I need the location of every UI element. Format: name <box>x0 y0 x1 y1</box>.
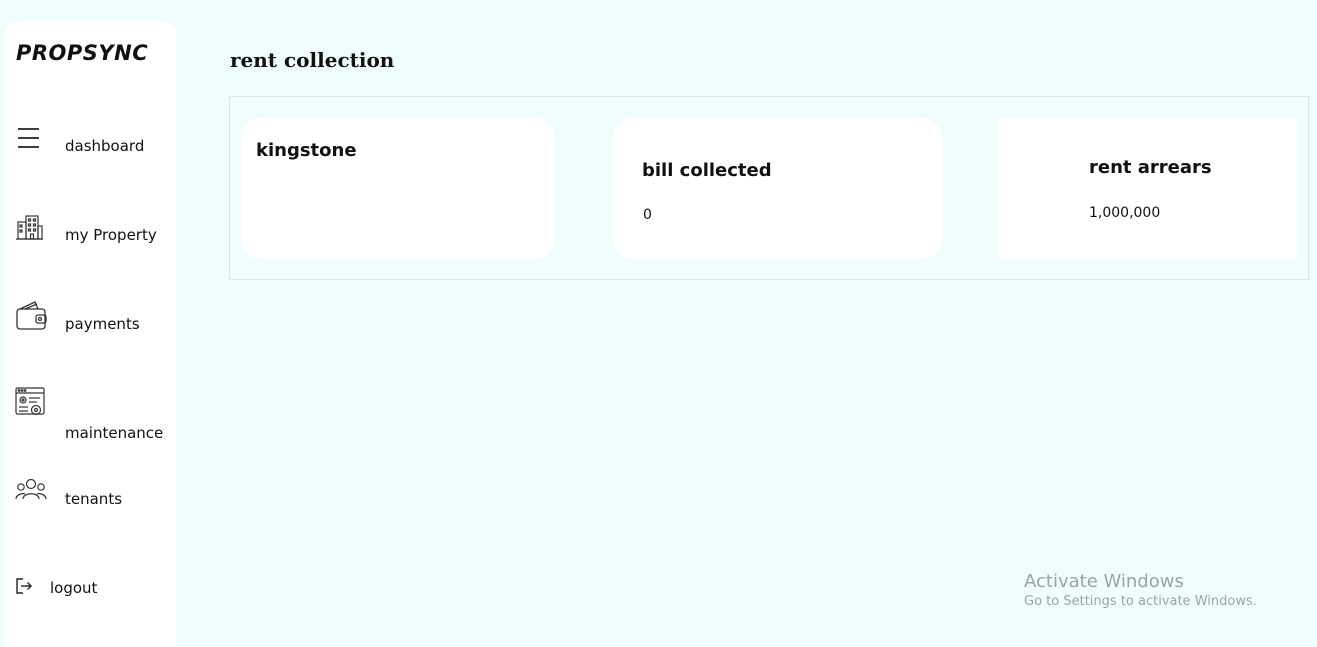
logout-label: logout <box>50 579 98 597</box>
sidebar-item-label: maintenance <box>65 424 164 442</box>
logout-icon <box>15 577 35 597</box>
sidebar: PROPSYNC dashboard my Property payments … <box>5 21 176 647</box>
sidebar-item-tenants[interactable]: tenants <box>15 477 180 517</box>
settings-window-icon <box>15 387 47 419</box>
wallet-icon <box>15 300 47 332</box>
cards-panel: kingstone bill collected 0 rent arrears … <box>229 96 1309 280</box>
sidebar-item-label: payments <box>65 315 140 333</box>
app-logo: PROPSYNC <box>16 41 149 65</box>
users-icon <box>15 477 47 509</box>
sidebar-item-maintenance[interactable]: maintenance <box>15 387 180 442</box>
watermark-subtitle: Go to Settings to activate Windows. <box>1024 594 1257 609</box>
sidebar-item-payments[interactable]: payments <box>15 300 180 340</box>
activation-watermark: Activate Windows Go to Settings to activ… <box>1024 571 1257 609</box>
sidebar-item-dashboard[interactable]: dashboard <box>15 125 180 165</box>
sidebar-item-label: dashboard <box>65 137 145 155</box>
card-title: kingstone <box>256 140 357 161</box>
page-title: rent collection <box>230 48 395 72</box>
sidebar-item-label: tenants <box>65 490 123 508</box>
watermark-title: Activate Windows <box>1024 571 1184 592</box>
sidebar-item-my-property[interactable]: my Property <box>15 213 180 253</box>
property-card[interactable]: kingstone <box>241 118 555 259</box>
building-icon <box>15 213 47 245</box>
card-title: bill collected <box>642 160 772 181</box>
rent-arrears-card: rent arrears 1,000,000 <box>998 118 1297 259</box>
bill-collected-card: bill collected 0 <box>613 118 942 259</box>
card-value: 0 <box>643 207 652 223</box>
card-title: rent arrears <box>1089 157 1212 178</box>
logout-button[interactable]: logout <box>15 577 180 617</box>
menu-icon <box>15 125 47 157</box>
card-value: 1,000,000 <box>1089 205 1161 221</box>
sidebar-item-label: my Property <box>65 226 157 244</box>
